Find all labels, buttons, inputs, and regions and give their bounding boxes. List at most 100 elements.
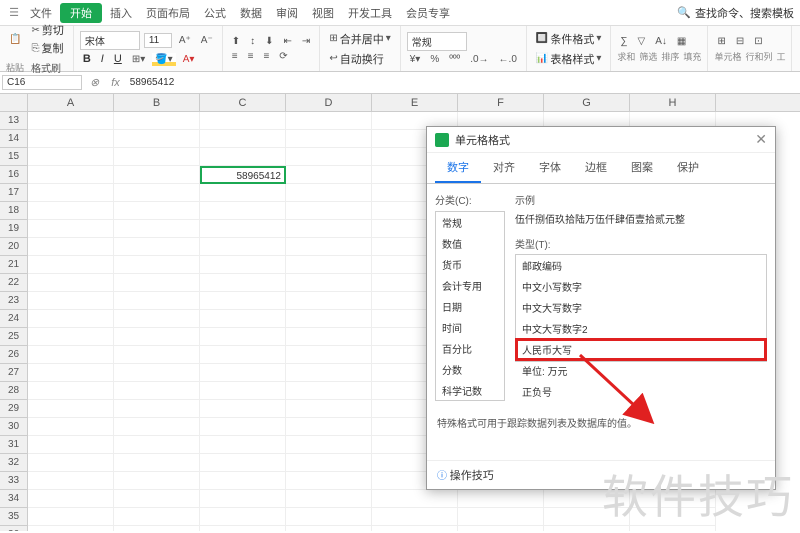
ws-button[interactable]: ⊡ — [751, 35, 765, 48]
cell[interactable] — [114, 238, 200, 256]
font-family-select[interactable]: 宋体 — [80, 31, 140, 50]
cell[interactable] — [28, 364, 114, 382]
cell[interactable] — [286, 166, 372, 184]
decrease-font-icon[interactable]: A⁻ — [198, 34, 216, 47]
tab-protect[interactable]: 保护 — [665, 153, 711, 183]
cell[interactable] — [200, 148, 286, 166]
row-header[interactable]: 16 — [0, 166, 28, 184]
cell[interactable] — [200, 526, 286, 531]
cell[interactable] — [200, 490, 286, 508]
cell[interactable] — [458, 490, 544, 508]
cell[interactable] — [286, 364, 372, 382]
underline-button[interactable]: U — [111, 52, 125, 66]
tab-align[interactable]: 对齐 — [481, 153, 527, 183]
type-item[interactable]: 人民币大写 — [516, 339, 766, 360]
cell[interactable] — [630, 490, 716, 508]
cell[interactable] — [200, 256, 286, 274]
cell[interactable] — [114, 526, 200, 531]
cell[interactable] — [286, 238, 372, 256]
row-header[interactable]: 29 — [0, 400, 28, 418]
cond-format-button[interactable]: 🔲 条件格式▾ — [533, 30, 604, 48]
menu-member[interactable]: 会员专享 — [400, 5, 456, 21]
tab-font[interactable]: 字体 — [527, 153, 573, 183]
cell[interactable] — [200, 400, 286, 418]
name-box[interactable] — [2, 75, 82, 90]
cell[interactable] — [286, 310, 372, 328]
comma-icon[interactable]: ººº — [446, 53, 463, 66]
menu-dev[interactable]: 开发工具 — [342, 5, 398, 21]
cell[interactable] — [200, 454, 286, 472]
row-header[interactable]: 26 — [0, 346, 28, 364]
cell[interactable] — [114, 256, 200, 274]
menu-file[interactable]: 文件 — [24, 5, 58, 21]
cell[interactable] — [286, 418, 372, 436]
type-item[interactable]: 正负号 — [516, 381, 766, 402]
cell[interactable] — [114, 274, 200, 292]
cell[interactable] — [28, 436, 114, 454]
cell[interactable] — [200, 346, 286, 364]
cell[interactable] — [200, 220, 286, 238]
category-item[interactable]: 分数 — [436, 359, 504, 380]
cell[interactable] — [544, 526, 630, 531]
cell[interactable] — [544, 508, 630, 526]
cell[interactable] — [286, 346, 372, 364]
col-H[interactable]: H — [630, 94, 716, 111]
cancel-icon[interactable]: ⊗ — [84, 76, 105, 89]
fx-icon[interactable]: fx — [105, 77, 126, 89]
row-header[interactable]: 14 — [0, 130, 28, 148]
indent-dec-icon[interactable]: ⇤ — [281, 35, 295, 48]
row-header[interactable]: 21 — [0, 256, 28, 274]
cell[interactable] — [28, 490, 114, 508]
type-list[interactable]: 邮政编码中文小写数字中文大写数字中文大写数字2人民币大写单位: 万元正负号 — [515, 254, 767, 362]
cell[interactable] — [114, 454, 200, 472]
cell[interactable] — [114, 364, 200, 382]
align-top-icon[interactable]: ⬆ — [229, 35, 243, 48]
cell[interactable] — [28, 256, 114, 274]
category-item[interactable]: 常规 — [436, 212, 504, 233]
cell[interactable] — [114, 220, 200, 238]
category-item[interactable]: 百分比 — [436, 338, 504, 359]
col-C[interactable]: C — [200, 94, 286, 111]
cell[interactable] — [28, 400, 114, 418]
file-icon[interactable]: ☰ — [6, 5, 22, 21]
cell[interactable] — [286, 472, 372, 490]
menu-data[interactable]: 数据 — [234, 5, 268, 21]
cell[interactable] — [114, 490, 200, 508]
paste-button[interactable]: 📋 — [6, 33, 24, 46]
sort-button[interactable]: A↓ — [652, 35, 670, 48]
row-header[interactable]: 17 — [0, 184, 28, 202]
cell[interactable] — [630, 526, 716, 531]
row-header[interactable]: 28 — [0, 382, 28, 400]
cell[interactable] — [200, 436, 286, 454]
row-header[interactable]: 19 — [0, 220, 28, 238]
cell[interactable] — [114, 202, 200, 220]
cell[interactable] — [200, 418, 286, 436]
cell[interactable] — [200, 238, 286, 256]
type-item[interactable]: 邮政编码 — [516, 255, 766, 276]
row-header[interactable]: 27 — [0, 364, 28, 382]
cell[interactable] — [286, 328, 372, 346]
cell[interactable] — [458, 508, 544, 526]
cell[interactable] — [200, 292, 286, 310]
cell[interactable] — [200, 328, 286, 346]
table-style-button[interactable]: 📊 表格样式▾ — [533, 50, 604, 68]
row-header[interactable]: 23 — [0, 292, 28, 310]
cell[interactable] — [200, 364, 286, 382]
cell[interactable] — [286, 436, 372, 454]
col-D[interactable]: D — [286, 94, 372, 111]
close-icon[interactable]: ✕ — [755, 131, 767, 148]
border-button[interactable]: ⊞▾ — [129, 53, 148, 66]
cell[interactable] — [286, 130, 372, 148]
number-format-select[interactable]: 常规 — [407, 32, 467, 51]
cell[interactable] — [286, 112, 372, 130]
dialog-header[interactable]: 单元格格式 ✕ — [427, 127, 775, 153]
category-item[interactable]: 会计专用 — [436, 275, 504, 296]
align-right-icon[interactable]: ≡ — [260, 50, 272, 63]
row-header[interactable]: 18 — [0, 202, 28, 220]
currency-icon[interactable]: ¥▾ — [407, 53, 424, 66]
cell[interactable] — [28, 238, 114, 256]
cell[interactable] — [544, 490, 630, 508]
cell[interactable] — [200, 112, 286, 130]
cell[interactable] — [28, 292, 114, 310]
merge-button[interactable]: ⊞ 合并居中▾ — [326, 30, 393, 48]
